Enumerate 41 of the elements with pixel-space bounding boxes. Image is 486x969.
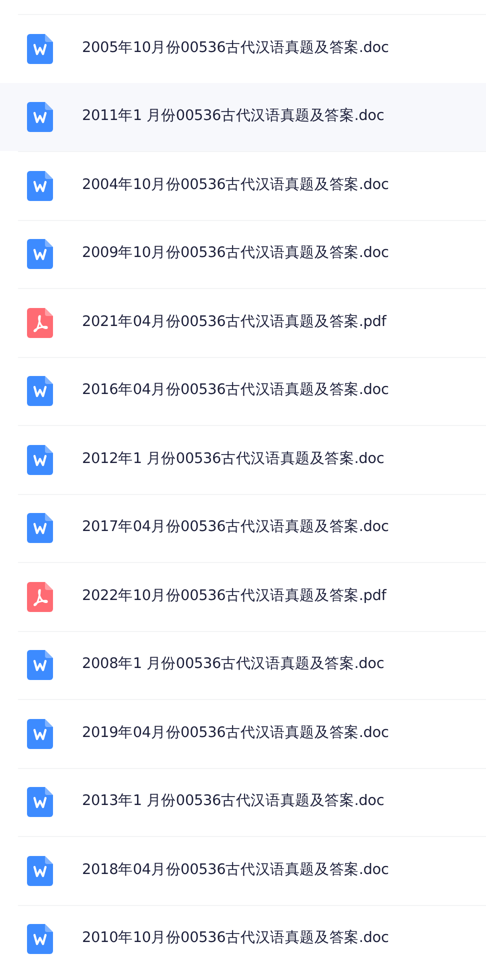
document-icon xyxy=(27,718,53,749)
document-icon xyxy=(27,856,53,886)
file-row[interactable]: 2017年04月份00536古代汉语真题及答案.doc xyxy=(18,494,486,562)
file-name: 2022年10月份00536古代汉语真题及答案.pdf xyxy=(82,586,386,606)
document-icon xyxy=(27,787,53,818)
document-icon xyxy=(27,513,53,544)
file-row[interactable]: 2019年04月份00536古代汉语真题及答案.doc xyxy=(18,699,486,768)
document-icon xyxy=(27,650,53,680)
pdf-icon xyxy=(27,308,53,338)
file-row[interactable]: 2016年04月份00536古代汉语真题及答案.doc xyxy=(18,356,486,425)
file-row[interactable]: 2022年10月份00536古代汉语真题及答案.pdf xyxy=(18,562,486,630)
document-icon xyxy=(27,239,53,270)
file-name: 2021年04月份00536古代汉语真题及答案.pdf xyxy=(82,312,386,332)
file-name: 2013年1 月份00536古代汉语真题及答案.doc xyxy=(82,792,384,812)
file-name: 2008年1 月份00536古代汉语真题及答案.doc xyxy=(82,654,384,674)
pdf-icon xyxy=(27,582,53,612)
document-icon xyxy=(27,444,53,475)
file-row[interactable]: 2008年1 月份00536古代汉语真题及答案.doc xyxy=(18,630,486,699)
file-name: 2012年1 月份00536古代汉语真题及答案.doc xyxy=(82,450,384,469)
file-name: 2019年04月份00536古代汉语真题及答案.doc xyxy=(82,724,389,743)
document-icon xyxy=(27,376,53,406)
file-row[interactable]: 2018年04月份00536古代汉语真题及答案.doc xyxy=(18,836,486,904)
file-row[interactable]: 2009年10月份00536古代汉语真题及答案.doc xyxy=(18,220,486,288)
file-name: 2018年04月份00536古代汉语真题及答案.doc xyxy=(82,860,389,880)
file-row[interactable]: 2021年04月份00536古代汉语真题及答案.pdf xyxy=(18,288,486,356)
document-icon xyxy=(27,102,53,132)
file-name: 2005年10月份00536古代汉语真题及答案.doc xyxy=(82,38,389,58)
file-row[interactable]: 2013年1 月份00536古代汉语真题及答案.doc xyxy=(18,768,486,836)
file-row[interactable]: 2010年10月份00536古代汉语真题及答案.doc xyxy=(18,904,486,969)
file-row[interactable]: 2012年1 月份00536古代汉语真题及答案.doc xyxy=(18,425,486,494)
file-name: 2016年04月份00536古代汉语真题及答案.doc xyxy=(82,380,389,400)
file-row[interactable]: 2004年10月份00536古代汉语真题及答案.doc xyxy=(18,151,486,220)
file-row[interactable]: 2011年1 月份00536古代汉语真题及答案.doc xyxy=(0,82,486,151)
file-name: 2009年10月份00536古代汉语真题及答案.doc xyxy=(82,244,389,264)
file-name: 2004年10月份00536古代汉语真题及答案.doc xyxy=(82,176,389,195)
file-name: 2017年04月份00536古代汉语真题及答案.doc xyxy=(82,518,389,538)
file-name: 2011年1 月份00536古代汉语真题及答案.doc xyxy=(82,106,384,126)
document-icon xyxy=(27,924,53,954)
file-name: 2010年10月份00536古代汉语真题及答案.doc xyxy=(82,928,389,948)
document-icon xyxy=(27,170,53,201)
document-icon xyxy=(27,34,53,64)
